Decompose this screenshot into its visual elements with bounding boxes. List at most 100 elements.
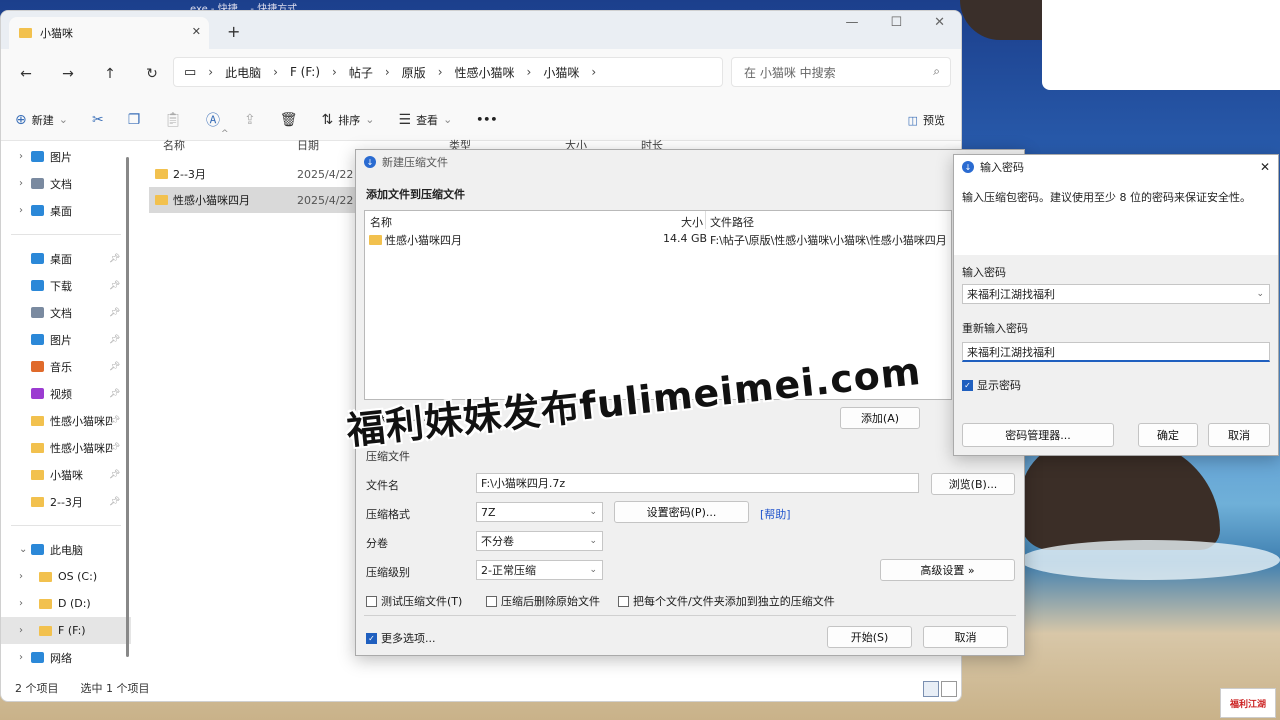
browse-button[interactable]: 浏览(B)... <box>931 473 1015 495</box>
level-select[interactable]: 2-正常压缩 ⌄ <box>476 560 603 580</box>
sidebar-item[interactable]: 小猫咪 📌︎ <box>1 461 131 488</box>
view-icon: ☰ <box>398 111 412 128</box>
sidebar-item[interactable]: › F (F:) <box>1 617 131 644</box>
filename-input[interactable]: F:\小猫咪四月.7z <box>476 473 919 493</box>
share-button[interactable]: ⇪ <box>244 112 256 128</box>
search-input[interactable]: 在 小猫咪 中搜索 ⌕ <box>731 57 951 87</box>
sidebar-item[interactable]: 音乐 📌︎ <box>1 353 131 380</box>
sidebar-item-label: 图片 <box>50 333 72 347</box>
chevron-icon[interactable]: ⌄ <box>19 544 27 555</box>
cut-button[interactable]: ✂ <box>92 112 104 128</box>
chevron-right-icon[interactable]: › <box>273 65 278 79</box>
new-tab-icon[interactable]: + <box>227 22 240 41</box>
sidebar-item[interactable]: › D (D:) <box>1 590 131 617</box>
chevron-icon[interactable]: › <box>19 652 23 663</box>
sidebar-item[interactable]: 性感小猫咪四 📌︎ <box>1 434 131 461</box>
breadcrumb-item[interactable]: F (F:) <box>290 65 320 79</box>
sidebar-item[interactable]: › 桌面 <box>1 197 131 224</box>
chevron-right-icon[interactable]: › <box>208 65 213 79</box>
sidebar-item[interactable]: ⌄ 此电脑 <box>1 536 131 563</box>
chevron-right-icon[interactable]: › <box>438 65 443 79</box>
breadcrumb-item[interactable]: 原版 <box>402 64 426 81</box>
chevron-icon[interactable]: › <box>19 625 23 636</box>
sidebar-icon <box>31 205 44 216</box>
new-button[interactable]: ⊕ 新建 ⌄ <box>15 112 68 128</box>
preview-button[interactable]: ◫ 预览 <box>908 112 945 128</box>
sidebar-item[interactable]: 2--3月 📌︎ <box>1 488 131 515</box>
tiles-view-icon[interactable] <box>941 681 957 697</box>
chevron-icon[interactable]: › <box>19 571 23 582</box>
close-window-icon[interactable]: ✕ <box>934 15 945 30</box>
sidebar-item[interactable]: › 网络 <box>1 644 131 671</box>
chevron-icon[interactable]: › <box>19 205 23 216</box>
list-item[interactable]: 性感小猫咪四月 <box>369 232 462 248</box>
tab-current[interactable]: 小猫咪 ✕ <box>9 17 209 49</box>
sort-button[interactable]: ⇅ 排序 ⌄ <box>322 112 375 128</box>
copy-button[interactable]: ❐ <box>128 112 141 128</box>
close-icon[interactable]: ✕ <box>1260 160 1270 174</box>
sidebar-item[interactable]: 性感小猫咪四 📌︎ <box>1 407 131 434</box>
details-view-icon[interactable] <box>923 681 939 697</box>
help-link[interactable]: [帮助] <box>760 506 791 522</box>
confirm-password-input[interactable]: 来福利江湖找福利 <box>962 342 1270 362</box>
more-options-checkbox[interactable]: ✓ 更多选项... <box>366 630 436 646</box>
sidebar-item[interactable]: 下载 📌︎ <box>1 272 131 299</box>
cancel-button[interactable]: 取消 <box>923 626 1008 648</box>
sidebar-item[interactable]: 视频 📌︎ <box>1 380 131 407</box>
up-icon[interactable]: ↑ <box>99 66 121 82</box>
minimize-icon[interactable]: — <box>845 15 858 30</box>
rename-button[interactable]: Ⓐ <box>206 110 220 130</box>
start-button[interactable]: 开始(S) <box>827 626 912 648</box>
format-select[interactable]: 7Z ⌄ <box>476 502 603 522</box>
breadcrumb-item[interactable]: 小猫咪 <box>543 64 579 81</box>
delete-checkbox[interactable]: 压缩后删除原始文件 <box>486 593 600 609</box>
password-dialog: ↓ 输入密码 ✕ 输入压缩包密码。建议使用至少 8 位的密码来保证安全性。 输入密码… <box>953 154 1279 456</box>
delete-button[interactable]: 🗑︎ <box>280 112 298 128</box>
col-date[interactable]: 日期 <box>297 137 319 153</box>
file-row-selected[interactable]: 性感小猫咪四月 2025/4/22 1 <box>149 187 369 213</box>
chevron-icon[interactable]: › <box>19 151 23 162</box>
sidebar-item[interactable]: › 文档 <box>1 170 131 197</box>
test-checkbox[interactable]: 测试压缩文件(T) <box>366 593 462 609</box>
chevron-icon[interactable]: › <box>19 178 23 189</box>
view-button[interactable]: ☰ 查看 ⌄ <box>399 112 453 128</box>
sidebar-item[interactable]: 图片 📌︎ <box>1 326 131 353</box>
password-manager-button[interactable]: 密码管理器... <box>962 423 1114 447</box>
sidebar-scrollbar[interactable] <box>126 157 129 657</box>
chevron-right-icon[interactable]: › <box>332 65 337 79</box>
clipboard-icon: 📋︎ <box>164 111 183 128</box>
advanced-button[interactable]: 高级设置 » <box>880 559 1015 581</box>
chevron-right-icon[interactable]: › <box>385 65 390 79</box>
split-select[interactable]: 不分卷 ⌄ <box>476 531 603 551</box>
back-icon[interactable]: ← <box>15 66 37 82</box>
each-checkbox[interactable]: 把每个文件/文件夹添加到独立的压缩文件 <box>618 593 835 609</box>
set-password-button[interactable]: 设置密码(P)... <box>614 501 749 523</box>
maximize-icon[interactable]: ☐ <box>890 15 902 30</box>
chevron-icon[interactable]: › <box>19 598 23 609</box>
more-button[interactable]: ••• <box>476 113 497 126</box>
paste-button[interactable]: 📋︎ <box>164 112 182 128</box>
chevron-right-icon[interactable]: › <box>527 65 532 79</box>
sidebar-item[interactable]: › 图片 <box>1 143 131 170</box>
col-name[interactable]: 名称 <box>163 137 185 153</box>
address-bar[interactable]: ▭ › 此电脑 › F (F:) › 帖子 › 原版 › 性感小猫咪 › 小猫咪 › <box>173 57 723 87</box>
sidebar-item[interactable]: 文档 📌︎ <box>1 299 131 326</box>
sidebar-item[interactable]: 桌面 📌︎ <box>1 245 131 272</box>
close-tab-icon[interactable]: ✕ <box>192 25 201 38</box>
sidebar-item[interactable]: › OS (C:) <box>1 563 131 590</box>
chevron-right-icon[interactable]: › <box>591 65 596 79</box>
ok-button[interactable]: 确定 <box>1138 423 1198 447</box>
breadcrumb-item[interactable]: 此电脑 <box>225 64 261 81</box>
sidebar-item-label: 桌面 <box>50 252 72 266</box>
pin-icon: 📌︎ <box>109 280 121 291</box>
add-button[interactable]: 添加(A) <box>840 407 920 429</box>
refresh-icon[interactable]: ↻ <box>141 66 163 82</box>
show-password-checkbox[interactable]: ✓ 显示密码 <box>962 377 1021 393</box>
breadcrumb-item[interactable]: 性感小猫咪 <box>455 64 515 81</box>
sidebar-item-label: 2--3月 <box>50 495 83 509</box>
forward-icon[interactable]: → <box>57 66 79 82</box>
sidebar-icon <box>31 442 44 453</box>
breadcrumb-item[interactable]: 帖子 <box>349 64 373 81</box>
password-input[interactable]: 来福利江湖找福利 ⌄ <box>962 284 1270 304</box>
password-cancel-button[interactable]: 取消 <box>1208 423 1270 447</box>
